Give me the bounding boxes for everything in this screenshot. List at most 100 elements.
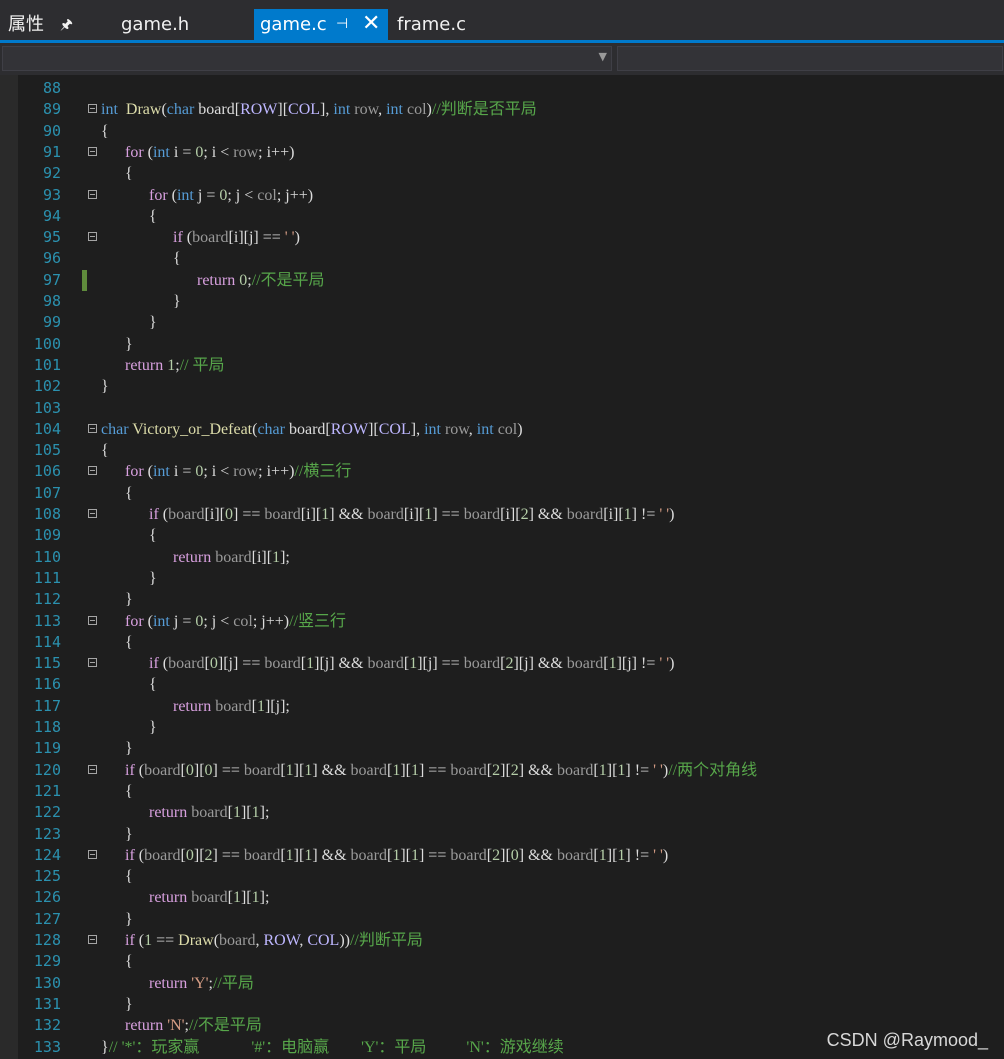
code-token: 0 (239, 271, 248, 289)
code-line[interactable]: 106 for (int i = 0; i < row; i++)//横三行 (0, 461, 1004, 482)
collapse-icon[interactable] (88, 232, 97, 242)
code-token: if (149, 506, 159, 523)
code-token: , (468, 420, 477, 438)
code-line[interactable]: 128 if (1 == Draw(board, ROW, COL))//判断平… (0, 930, 1004, 951)
code-line[interactable]: 96 { (0, 248, 1004, 269)
code-token: { (101, 633, 133, 651)
code-line[interactable]: 126 return board[1][1]; (0, 887, 1004, 908)
code-line[interactable]: 127 } (0, 909, 1004, 930)
collapse-icon[interactable] (88, 509, 97, 518)
collapse-icon[interactable] (88, 849, 97, 859)
code-line[interactable]: 119 } (0, 738, 1004, 759)
code-token: ( (143, 463, 153, 481)
code-line[interactable]: 114 { (0, 632, 1004, 653)
code-line[interactable]: 131 } (0, 994, 1004, 1015)
code-line[interactable]: 97 return 0;//不是平局 (0, 269, 1004, 291)
code-line[interactable]: 105 { (0, 440, 1004, 461)
code-line[interactable]: 95 if (board[i][j] == ' ') (0, 227, 1004, 248)
code-line[interactable]: 88 (0, 78, 1004, 99)
code-token: ; j < (227, 186, 258, 204)
tab-properties[interactable]: 属性 (8, 9, 44, 40)
code-line[interactable]: 104 char Victory_or_Defeat(char board[ROW… (0, 419, 1004, 440)
tab-game-c[interactable]: game.c ⊣ ✕ (254, 9, 388, 40)
code-line[interactable]: 129 { (0, 951, 1004, 972)
code-line[interactable]: 108 if (board[i][0] == board[i][1] && bo… (0, 504, 1004, 525)
scope-dropdown[interactable]: ▼ (2, 46, 612, 71)
code-text: int Draw(char board[ROW][COL], int row, … (101, 99, 537, 120)
code-token: ][j] == (217, 655, 265, 673)
member-dropdown[interactable] (617, 46, 1003, 71)
tab-game-h[interactable]: game.h (121, 9, 189, 40)
code-token: ROW (330, 420, 369, 438)
close-icon[interactable]: ✕ (362, 8, 380, 39)
tab-properties-label: 属性 (8, 14, 44, 35)
code-line[interactable]: 94 { (0, 206, 1004, 227)
code-line[interactable]: 99 } (0, 312, 1004, 333)
code-line[interactable]: 89 int Draw(char board[ROW][COL], int row… (0, 99, 1004, 120)
code-token: ' ' (659, 655, 670, 673)
code-token: ] != (631, 506, 660, 523)
collapse-icon[interactable] (88, 146, 97, 156)
code-token: ' ' (653, 846, 663, 864)
code-line[interactable]: 92 { (0, 163, 1004, 184)
code-line[interactable]: 124 if (board[0][2] == board[1][1] && bo… (0, 845, 1004, 866)
collapse-icon[interactable] (88, 764, 97, 774)
code-line[interactable]: 102} (0, 376, 1004, 397)
code-line[interactable]: 123 } (0, 824, 1004, 845)
code-line[interactable]: 118 } (0, 717, 1004, 738)
collapse-icon[interactable] (88, 466, 97, 476)
code-line[interactable]: 112 } (0, 589, 1004, 610)
code-token: { (101, 868, 133, 886)
change-tracking-bar (82, 269, 87, 291)
code-line[interactable]: 98 } (0, 291, 1004, 312)
code-line[interactable]: 109 { (0, 525, 1004, 546)
code-token: } (101, 314, 157, 332)
code-line[interactable]: 107 { (0, 483, 1004, 504)
code-token: ][ (606, 846, 618, 864)
tab-frame-c[interactable]: frame.c (397, 9, 466, 40)
code-line[interactable]: 91 for (int i = 0; i < row; i++) (0, 142, 1004, 163)
collapse-icon[interactable] (88, 658, 97, 668)
line-number: 89 (42, 100, 61, 119)
code-line[interactable]: 93 for (int j = 0; j < col; j++) (0, 185, 1004, 206)
code-line[interactable]: 111 } (0, 568, 1004, 589)
code-token: 2 (492, 846, 501, 864)
code-line[interactable]: 122 return board[1][1]; (0, 802, 1004, 823)
code-token: 1 (608, 655, 617, 673)
code-token: ][j] && (513, 655, 567, 673)
code-text: { (101, 206, 157, 227)
code-token: board (243, 846, 281, 864)
code-text: for (int j = 0; j < col; j++)//竖三行 (101, 611, 346, 632)
code-line[interactable]: 100 } (0, 334, 1004, 355)
code-line[interactable]: 113 for (int j = 0; j < col; j++)//竖三行 (0, 611, 1004, 632)
code-token: 1 (410, 846, 419, 864)
code-line[interactable]: 121 { (0, 781, 1004, 802)
collapse-icon[interactable] (88, 189, 97, 199)
code-line[interactable]: 101 return 1;// 平局 (0, 355, 1004, 376)
code-line[interactable]: 120 if (board[0][0] == board[1][1] && bo… (0, 760, 1004, 781)
code-token: 0 (510, 846, 519, 864)
code-line[interactable]: 103 (0, 398, 1004, 419)
code-editor[interactable]: 88 89 int Draw(char board[ROW][COL], int r… (0, 75, 1004, 1059)
line-number: 110 (33, 547, 61, 566)
code-line[interactable]: 110 return board[i][1]; (0, 547, 1004, 568)
code-token: row (233, 463, 259, 481)
code-line[interactable]: 125 { (0, 866, 1004, 887)
chevron-down-icon[interactable]: ▼ (599, 50, 607, 63)
code-text: if (1 == Draw(board, ROW, COL))//判断平局 (101, 930, 423, 951)
collapse-icon[interactable] (88, 935, 97, 944)
code-line[interactable]: 115 if (board[0][j] == board[1][j] && bo… (0, 653, 1004, 674)
code-text: return board[1][j]; (101, 696, 290, 717)
code-line[interactable]: 130 return 'Y';//平局 (0, 973, 1004, 994)
pin-icon[interactable]: ⊣ (336, 9, 348, 40)
collapse-icon[interactable] (88, 104, 97, 114)
code-line[interactable]: 90 { (0, 121, 1004, 142)
code-line[interactable]: 117 return board[1][j]; (0, 696, 1004, 717)
collapse-icon[interactable] (88, 423, 97, 433)
code-text: if (board[0][0] == board[1][1] && board[… (101, 760, 757, 781)
code-token: } (101, 995, 133, 1013)
collapse-icon[interactable] (88, 615, 97, 625)
pin-icon[interactable]: 🖈 (60, 14, 73, 38)
code-line[interactable]: 116 { (0, 674, 1004, 695)
